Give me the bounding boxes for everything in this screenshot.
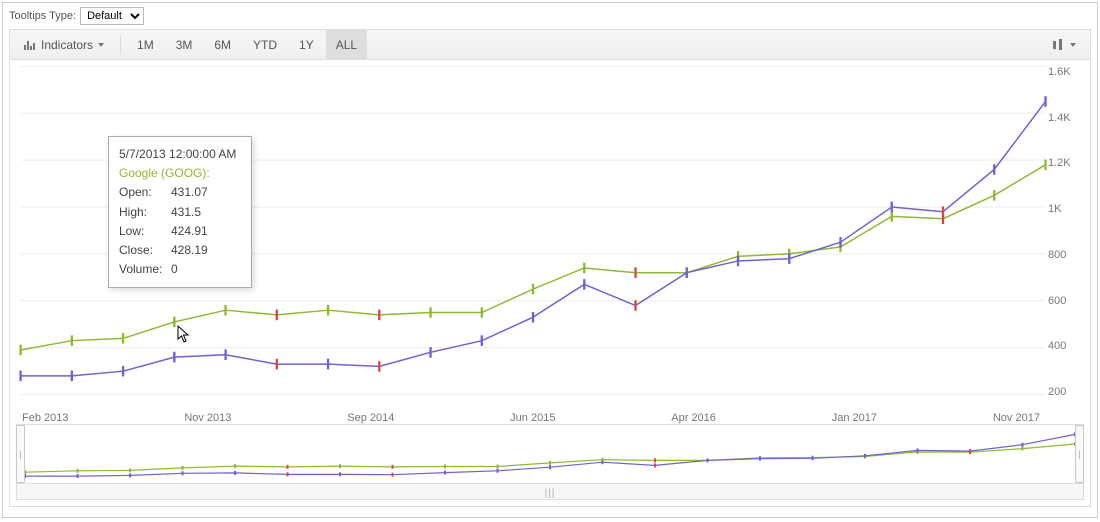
x-axis-ticks: Feb 2013 Nov 2013 Sep 2014 Jun 2015 Apr … xyxy=(22,412,1040,424)
x-tick: Sep 2014 xyxy=(347,412,394,424)
tooltip-high-value: 431.5 xyxy=(171,203,201,222)
y-tick: 800 xyxy=(1048,249,1084,261)
y-tick: 1K xyxy=(1048,203,1084,215)
chart-frame: Indicators 1M 3M 6M YTD 1Y ALL Stock Pri… xyxy=(9,29,1091,507)
y-tick: 400 xyxy=(1048,340,1084,352)
tooltip-close-value: 428.19 xyxy=(171,241,208,260)
tooltip-volume-label: Volume: xyxy=(119,260,171,279)
chevron-down-icon xyxy=(98,43,104,47)
tooltip-high-label: High: xyxy=(119,203,171,222)
range-navigator-scrollbar[interactable]: ||| xyxy=(17,483,1083,499)
chart-type-button[interactable] xyxy=(1041,30,1086,59)
y-axis-ticks: 1.6K 1.4K 1.2K 1K 800 600 400 200 xyxy=(1048,66,1084,398)
candlestick-icon xyxy=(1051,39,1065,51)
range-navigator[interactable]: | | ||| xyxy=(16,424,1084,500)
tooltip-open-value: 431.07 xyxy=(171,183,208,202)
indicators-icon xyxy=(24,40,36,50)
chevron-down-icon xyxy=(1070,43,1076,47)
range-ytd[interactable]: YTD xyxy=(243,30,287,59)
y-tick: 200 xyxy=(1048,386,1084,398)
indicators-button[interactable]: Indicators xyxy=(14,30,114,59)
range-6m[interactable]: 6M xyxy=(204,30,241,59)
tooltip-volume-value: 0 xyxy=(171,260,178,279)
range-handle-left[interactable]: | xyxy=(16,425,25,483)
tooltip-close-label: Close: xyxy=(119,241,171,260)
range-1m[interactable]: 1M xyxy=(127,30,164,59)
x-tick: Apr 2016 xyxy=(671,412,716,424)
toolbar-separator xyxy=(120,35,121,54)
x-tick: Jun 2015 xyxy=(510,412,555,424)
indicators-label: Indicators xyxy=(41,38,93,52)
x-tick: Jan 2017 xyxy=(832,412,877,424)
y-tick: 600 xyxy=(1048,295,1084,307)
tooltip-low-label: Low: xyxy=(119,222,171,241)
tooltip-datetime: 5/7/2013 12:00:00 AM xyxy=(119,145,241,164)
x-tick: Feb 2013 xyxy=(22,412,68,424)
range-1y[interactable]: 1Y xyxy=(289,30,324,59)
top-controls: Tooltips Type: Default xyxy=(3,3,1097,29)
tooltips-type-label: Tooltips Type: xyxy=(9,10,76,22)
tooltip-open-label: Open: xyxy=(119,183,171,202)
x-tick: Nov 2013 xyxy=(184,412,231,424)
tooltip-low-value: 424.91 xyxy=(171,222,208,241)
y-tick: 1.4K xyxy=(1048,112,1084,124)
range-handle-right[interactable]: | xyxy=(1075,425,1084,483)
tooltips-type-select[interactable]: Default xyxy=(80,7,144,25)
range-navigator-svg xyxy=(17,425,1083,483)
range-all[interactable]: ALL xyxy=(326,30,367,59)
range-3m[interactable]: 3M xyxy=(166,30,203,59)
y-tick: 1.2K xyxy=(1048,157,1084,169)
chart-tooltip: 5/7/2013 12:00:00 AM Google (GOOG): Open… xyxy=(108,136,252,288)
y-tick: 1.6K xyxy=(1048,66,1084,78)
tooltip-series: Google (GOOG): xyxy=(119,164,241,183)
app-window: Tooltips Type: Default Indicators 1M 3M … xyxy=(2,2,1098,518)
chart-toolbar: Indicators 1M 3M 6M YTD 1Y ALL xyxy=(10,30,1090,60)
scrollbar-grip-icon: ||| xyxy=(545,488,556,499)
x-tick: Nov 2017 xyxy=(993,412,1040,424)
